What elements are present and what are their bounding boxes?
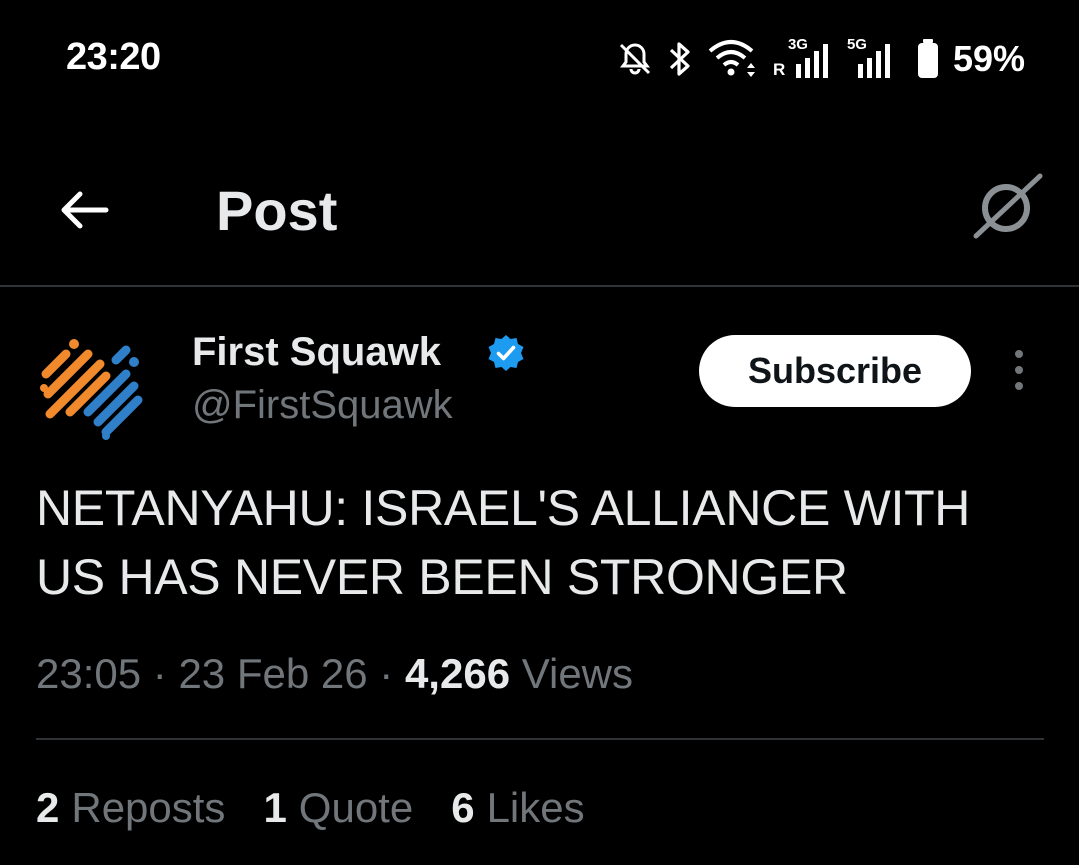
- reposts-count: 2: [36, 784, 60, 831]
- reposts-label: Reposts: [71, 784, 226, 831]
- signal-icon: [795, 44, 828, 78]
- battery-percent: 59%: [952, 38, 1025, 79]
- views-count: 4,266: [404, 650, 511, 697]
- post-stats: 2 Reposts 1 Quote 6 Likes: [36, 784, 585, 832]
- stats-divider: [36, 738, 1044, 740]
- grok-button[interactable]: [968, 170, 1044, 246]
- status-time: 23:20: [66, 36, 161, 78]
- reposts-stat[interactable]: 2 Reposts: [36, 784, 225, 832]
- arrow-left-icon: [61, 191, 109, 229]
- post-meta: 23:05 · 23 Feb 26 · 4,266 Views: [36, 650, 633, 698]
- post-text: NETANYAHU: ISRAEL'S ALLIANCE WITH US HAS…: [36, 480, 971, 605]
- mute-icon: [619, 43, 650, 75]
- quotes-stat[interactable]: 1 Quote: [263, 784, 413, 832]
- likes-stat[interactable]: 6 Likes: [451, 784, 584, 832]
- first-squawk-logo-icon: [40, 339, 143, 440]
- app-bar: Post: [0, 150, 1079, 270]
- wifi-icon: [708, 40, 755, 77]
- battery-icon: [917, 39, 938, 78]
- grok-icon: [973, 173, 1043, 239]
- status-icons: R 3G 5G 59%: [617, 36, 1025, 82]
- more-vertical-icon: [1015, 350, 1023, 390]
- meta-separator: ·: [152, 650, 167, 697]
- verified-badge-icon: [488, 335, 524, 371]
- meta-separator: ·: [379, 650, 394, 697]
- header-divider: [0, 285, 1079, 287]
- network-2: 5G: [845, 36, 903, 82]
- bluetooth-icon: [669, 42, 690, 76]
- more-options-button[interactable]: [1000, 348, 1038, 396]
- signal-icon: [857, 44, 890, 78]
- post-date[interactable]: 23 Feb 26: [178, 650, 367, 697]
- subscribe-button[interactable]: Subscribe: [699, 335, 971, 407]
- author-name[interactable]: First Squawk: [192, 330, 441, 375]
- back-button[interactable]: [52, 180, 116, 244]
- network-1: R 3G: [773, 36, 831, 82]
- author-handle[interactable]: @FirstSquawk: [192, 383, 453, 428]
- avatar[interactable]: [36, 332, 146, 442]
- post-time[interactable]: 23:05: [36, 650, 141, 697]
- page-title: Post: [216, 179, 338, 242]
- likes-label: Likes: [486, 784, 585, 831]
- roaming-label: R: [772, 60, 786, 79]
- quotes-count: 1: [263, 784, 287, 831]
- status-bar: 23:20 R 3G 5G 59%: [0, 0, 1079, 120]
- quotes-label: Quote: [298, 784, 414, 831]
- views-label: Views: [521, 650, 634, 697]
- likes-count: 6: [451, 784, 475, 831]
